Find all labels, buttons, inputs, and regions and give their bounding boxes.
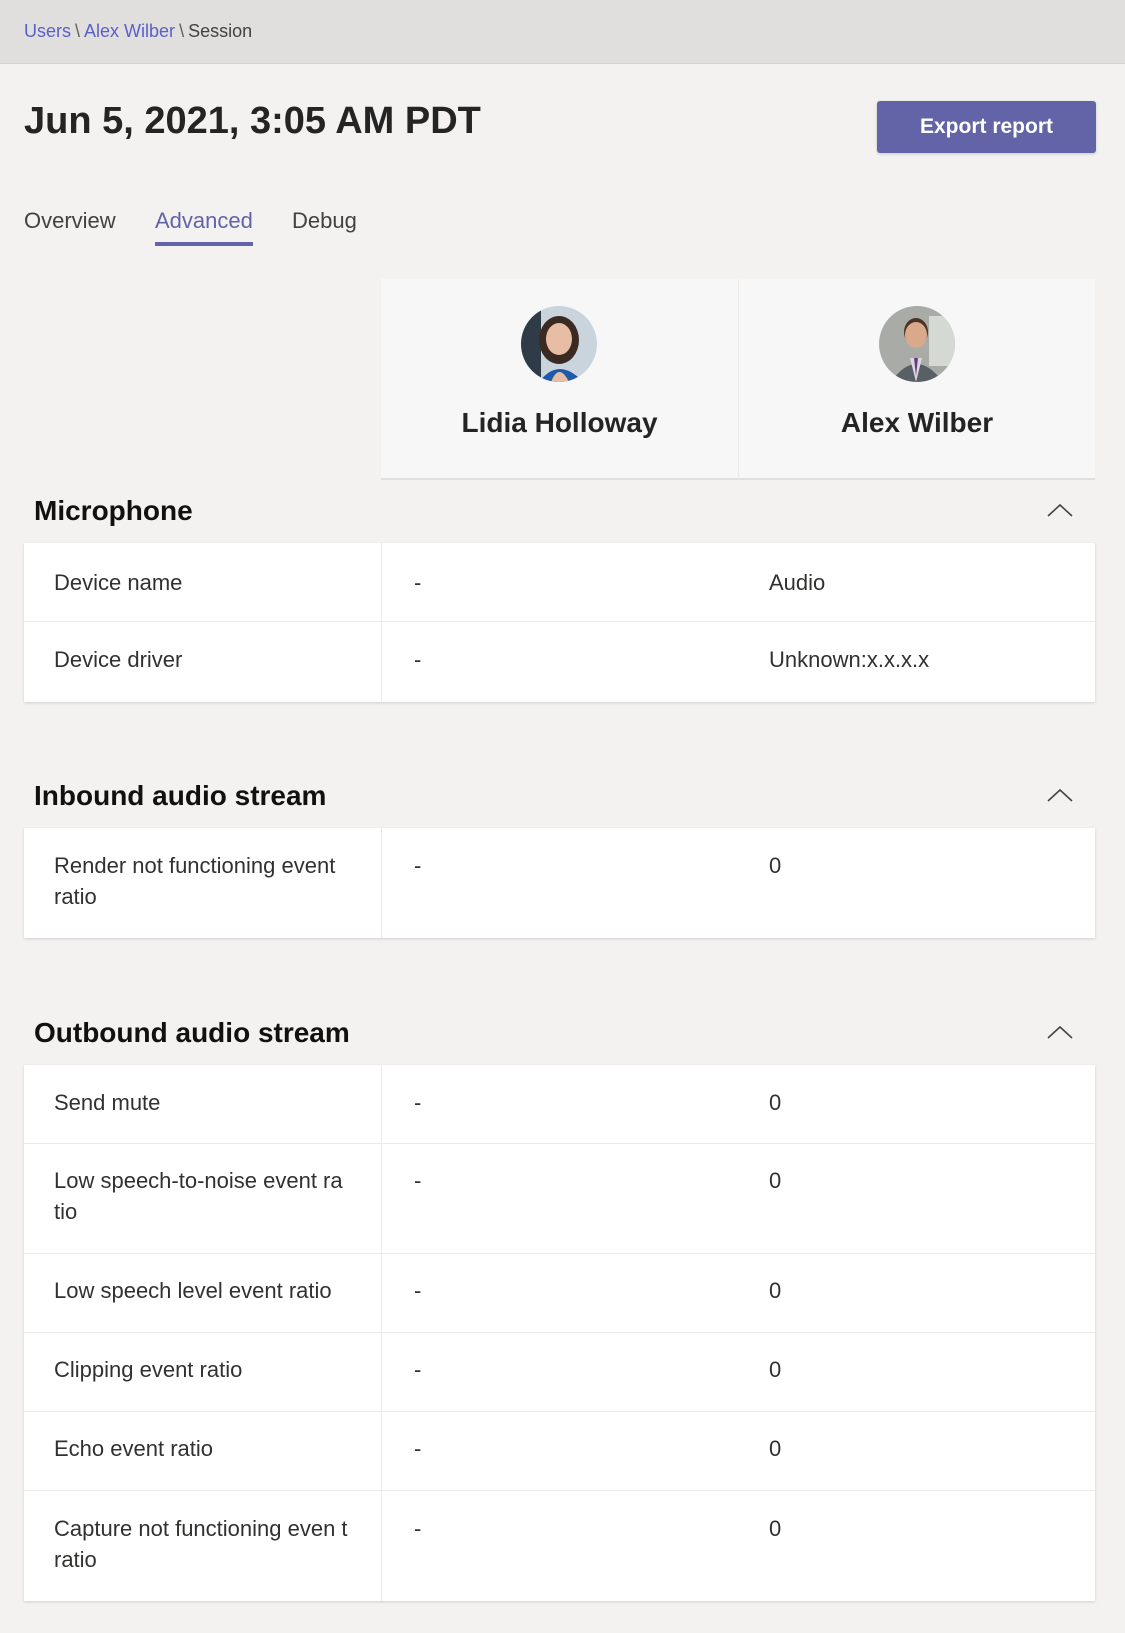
row-label: Low speech-to-noise event ra tio (54, 1168, 343, 1224)
microphone-table: Device name - Audio Device driver - Unkn… (24, 543, 1095, 702)
table-row: Low speech level event ratio - 0 (24, 1254, 1095, 1333)
row-label: Clipping event ratio (54, 1357, 243, 1382)
value-lidia: - (414, 647, 422, 672)
breadcrumb-current: Session (188, 21, 253, 41)
value-lidia: - (414, 1516, 422, 1541)
top-bar: Users \ Alex Wilber \ Session (0, 0, 1125, 64)
value-lidia: - (414, 1090, 422, 1115)
table-row: Capture not functioning even t ratio - 0 (24, 1491, 1095, 1601)
chevron-up-icon[interactable] (1046, 502, 1074, 518)
participant-column-lidia: Lidia Holloway (381, 279, 738, 480)
breadcrumb-separator: \ (75, 21, 81, 41)
tab-overview[interactable]: Overview (24, 208, 116, 242)
page-title: Jun 5, 2021, 3:05 AM PDT (24, 100, 481, 142)
row-label: Device driver (54, 647, 183, 672)
value-alex: 0 (769, 853, 782, 878)
participant-name: Lidia Holloway (461, 407, 658, 438)
value-lidia: - (414, 1357, 422, 1382)
row-label: Send mute (54, 1090, 161, 1115)
breadcrumb: Users \ Alex Wilber \ Session (24, 21, 252, 42)
outbound-table: Send mute - 0 Low speech-to-noise event … (24, 1065, 1095, 1601)
inbound-table: Render not functioning event ratio - 0 (24, 828, 1095, 938)
tab-debug[interactable]: Debug (292, 208, 357, 242)
value-alex: 0 (769, 1516, 782, 1541)
value-lidia: - (414, 1436, 422, 1461)
breadcrumb-users-link[interactable]: Users (24, 21, 71, 41)
value-alex: 0 (769, 1436, 782, 1461)
section-title-microphone: Microphone (34, 495, 193, 526)
column-divider (381, 1254, 382, 1332)
column-divider (381, 543, 382, 621)
value-lidia: - (414, 570, 422, 595)
alex-avatar (879, 306, 955, 382)
column-divider (381, 1065, 382, 1143)
row-label: Capture not functioning even t ratio (54, 1516, 348, 1572)
value-lidia: - (414, 1278, 422, 1303)
value-alex: Unknown:x.x.x.x (769, 647, 930, 672)
value-alex: 0 (769, 1357, 782, 1382)
value-lidia: - (414, 1168, 422, 1193)
table-row: Render not functioning event ratio - 0 (24, 828, 1095, 938)
chevron-up-icon[interactable] (1046, 1024, 1074, 1040)
section-title-outbound: Outbound audio stream (34, 1017, 350, 1048)
value-alex: 0 (769, 1278, 782, 1303)
column-divider (381, 1144, 382, 1253)
table-row: Device name - Audio (24, 543, 1095, 622)
column-divider (381, 1412, 382, 1490)
breadcrumb-separator: \ (179, 21, 185, 41)
row-label: Render not functioning event ratio (54, 853, 336, 909)
lidia-avatar (521, 306, 597, 382)
column-divider (381, 1333, 382, 1411)
table-row: Clipping event ratio - 0 (24, 1333, 1095, 1412)
value-alex: 0 (769, 1090, 782, 1115)
breadcrumb-user-link[interactable]: Alex Wilber (84, 21, 175, 41)
section-title-inbound: Inbound audio stream (34, 780, 327, 811)
column-divider (381, 828, 382, 938)
participant-name: Alex Wilber (840, 407, 994, 438)
export-report-button[interactable]: Export report (877, 101, 1096, 153)
tab-advanced[interactable]: Advanced (155, 208, 253, 246)
value-alex: 0 (769, 1168, 782, 1193)
participants-header: Lidia Holloway Alex Wilber (381, 279, 1095, 480)
value-alex: Audio (769, 570, 826, 595)
table-row: Send mute - 0 (24, 1065, 1095, 1144)
column-divider (381, 1491, 382, 1601)
row-label: Low speech level event ratio (54, 1278, 332, 1303)
value-lidia: - (414, 853, 422, 878)
table-row: Device driver - Unknown:x.x.x.x (24, 622, 1095, 701)
row-label: Device name (54, 570, 183, 595)
chevron-up-icon[interactable] (1046, 787, 1074, 803)
table-row: Low speech-to-noise event ra tio - 0 (24, 1144, 1095, 1254)
participant-column-alex: Alex Wilber (738, 279, 1095, 480)
column-divider (381, 622, 382, 701)
table-row: Echo event ratio - 0 (24, 1412, 1095, 1491)
row-label: Echo event ratio (54, 1436, 213, 1461)
